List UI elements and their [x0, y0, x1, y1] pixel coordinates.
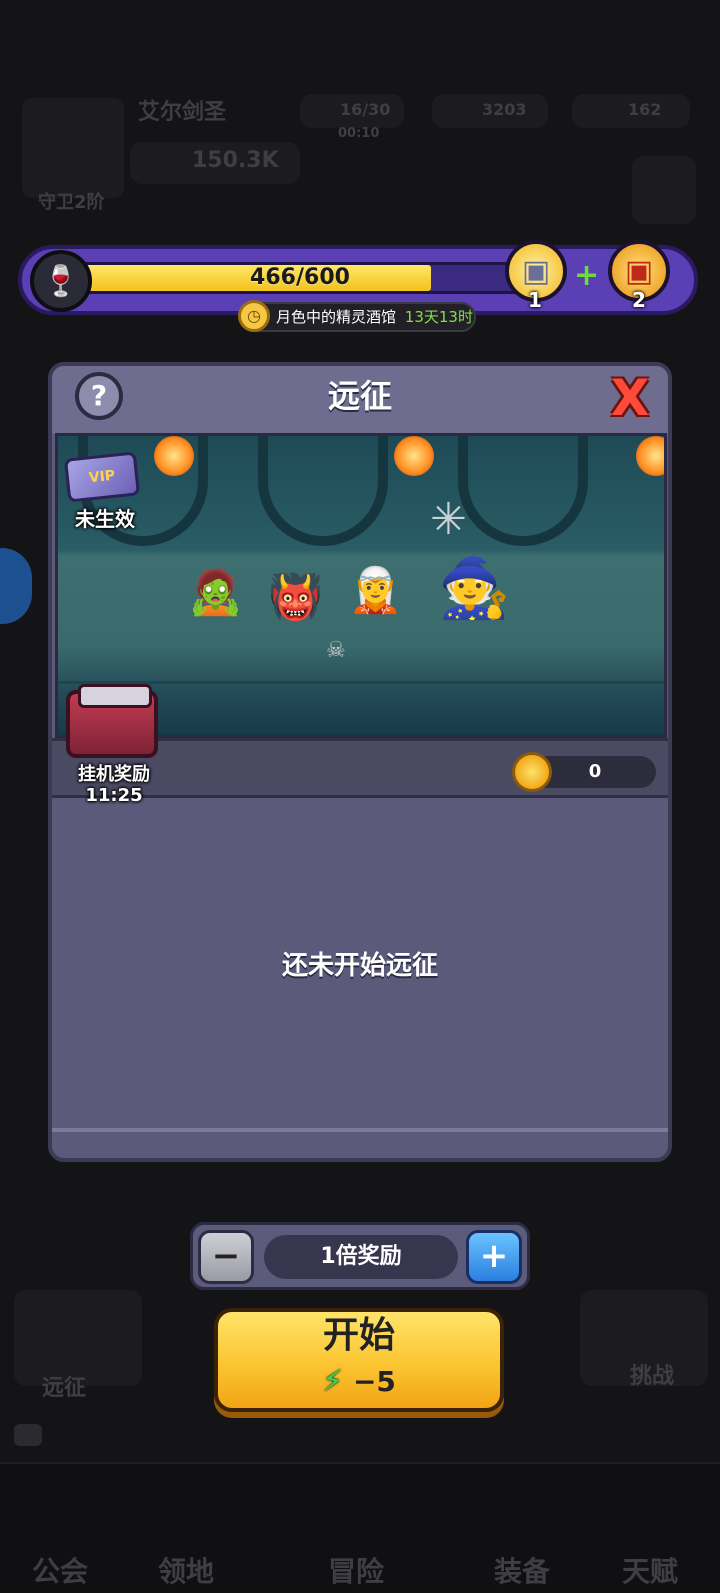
vip-status: 未生效 [75, 507, 135, 531]
close-button[interactable]: X [604, 373, 656, 423]
idle-reward-label: 挂机奖励 11:25 [62, 764, 166, 806]
nav-adventure[interactable]: 冒险 [328, 1550, 384, 1590]
player-rank: 守卫2阶 [38, 192, 105, 213]
skull-icon: ☠ [326, 638, 346, 663]
start-label: 开始 [322, 1315, 395, 1356]
elf-enemy-sprite: 🧝 [348, 565, 403, 616]
nav-equipment[interactable]: 装备 [494, 1550, 550, 1590]
idle-reward-time: 11:25 [85, 785, 143, 806]
gems-value: 3203 [482, 100, 527, 119]
orc-enemy-sprite: 👹 [268, 572, 323, 623]
energy-cost: −5 [352, 1365, 396, 1398]
silver-chest-count: 1 [528, 288, 542, 312]
cobweb-icon: ✳ [430, 494, 467, 545]
coin-icon [512, 752, 552, 792]
help-button[interactable]: ? [75, 372, 123, 420]
event-name: 月色中的精灵酒馆 [276, 308, 397, 326]
event-timer-pill[interactable]: ◷ 月色中的精灵酒馆 13天13时 [238, 300, 476, 332]
torch-icon [394, 436, 434, 476]
decrease-multiplier-button[interactable]: − [198, 1230, 254, 1284]
gold-value: 162 [628, 100, 662, 119]
dialog-footer-divider [52, 1128, 668, 1132]
plus-icon: + [574, 258, 600, 293]
empty-message: 还未开始远征 [281, 951, 438, 981]
torch-icon [636, 436, 664, 476]
multiplier-label: 1倍奖励 [264, 1235, 458, 1279]
avatar[interactable] [22, 98, 124, 198]
nav-expedition-label: 远征 [42, 1376, 87, 1401]
menu-button[interactable] [632, 156, 696, 224]
nav-territory[interactable]: 领地 [158, 1550, 214, 1590]
side-left-bubble[interactable] [0, 548, 32, 624]
zombie-enemy-sprite: 🧟 [188, 567, 243, 618]
lightning-icon: ⚡ [322, 1364, 344, 1399]
bottom-nav: 公会 领地 冒险 装备 天赋 [0, 1462, 720, 1593]
hero-swordsman-sprite: 🧙 [438, 554, 511, 622]
nav-guild[interactable]: 公会 [32, 1550, 88, 1590]
increase-multiplier-button[interactable]: + [466, 1230, 522, 1284]
idle-reward-chest-icon[interactable] [66, 684, 158, 758]
nav-challenge-label: 挑战 [630, 1364, 675, 1389]
scene-arch [458, 436, 588, 546]
torch-icon [154, 436, 194, 476]
player-name: 艾尔剑圣 [138, 100, 227, 125]
vip-card-icon[interactable]: VIP [63, 451, 141, 503]
power-value: 150.3K [192, 148, 279, 173]
clock-icon: ◷ [238, 300, 270, 332]
energy-value: 16/30 [340, 100, 391, 119]
energy-timer: 00:10 [338, 126, 380, 141]
scene-arch [258, 436, 388, 546]
wine-glass-icon: 🍷 [30, 250, 92, 312]
dialog-title: 远征 [327, 377, 392, 415]
floor-line [58, 681, 664, 684]
idle-reward-title: 挂机奖励 [78, 764, 150, 785]
nav-talent[interactable]: 天赋 [622, 1550, 678, 1590]
event-progress-text: 466/600 [250, 265, 350, 290]
chat-icon[interactable] [14, 1424, 42, 1446]
event-time-left: 13天13时 [404, 308, 473, 326]
energy-cost-row: ⚡ −5 [214, 1364, 504, 1400]
gold-chest-count: 2 [632, 288, 646, 312]
coin-value: 0 [588, 761, 602, 782]
